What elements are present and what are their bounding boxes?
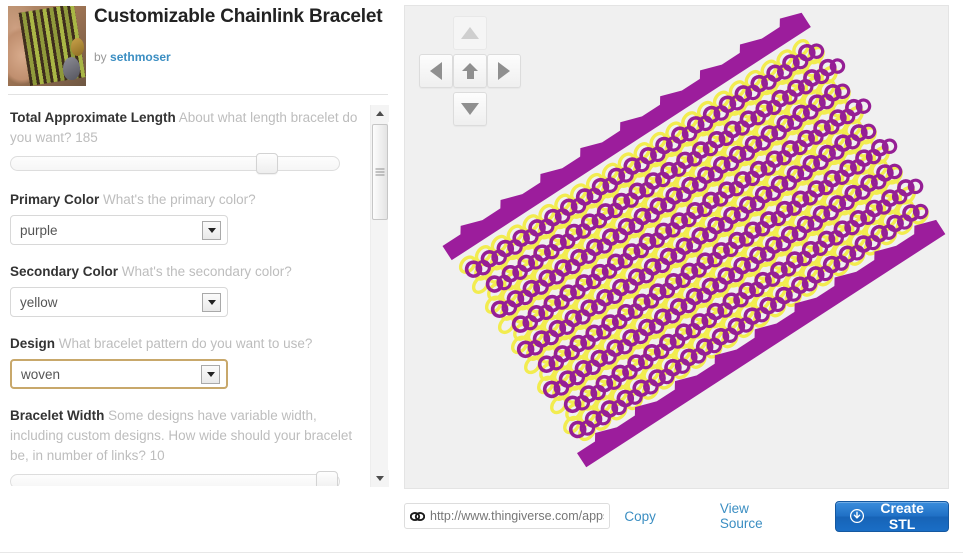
select-design[interactable]: woven <box>10 359 228 389</box>
model-viewer-panel[interactable] <box>404 5 949 489</box>
slider-track-total-approximate-length[interactable] <box>10 156 340 171</box>
triangle-down-glyph <box>207 299 216 305</box>
scroll-down-button[interactable] <box>371 470 389 487</box>
slider-track-bracelet-width[interactable] <box>10 474 340 486</box>
slider-bracelet-width[interactable] <box>10 471 340 486</box>
rotate-left-button[interactable] <box>419 54 453 88</box>
scrollbar-thumb[interactable] <box>372 124 388 220</box>
chevron-down-icon[interactable] <box>202 292 221 312</box>
form-scrollbar[interactable] <box>370 105 389 487</box>
field-label-bracelet-width: Bracelet Width Some designs have variabl… <box>10 406 358 466</box>
customizer-left-panel: Customizable Chainlink Bracelet by sethm… <box>0 0 395 560</box>
share-url-field[interactable]: http://www.thingiverse.com/apps <box>404 503 611 529</box>
create-stl-label: Create STL <box>880 500 924 532</box>
customizer-app: Customizable Chainlink Bracelet by sethm… <box>0 0 963 560</box>
field-label-design: Design What bracelet pattern do you want… <box>10 334 358 354</box>
field-description-primary-color: What's the primary color? <box>103 192 256 207</box>
field-title-total-approximate-length: Total Approximate Length <box>10 110 176 125</box>
triangle-down-icon <box>376 476 384 481</box>
field-label-total-approximate-length: Total Approximate Length About what leng… <box>10 108 358 148</box>
field-label-primary-color: Primary Color What's the primary color? <box>10 190 358 210</box>
field-control-secondary-color: yellow <box>10 287 358 317</box>
slider-handle-total-approximate-length[interactable] <box>256 153 279 174</box>
thumbnail-fingernail <box>63 57 80 80</box>
slider-handle-bracelet-width[interactable] <box>315 471 338 486</box>
field-label-secondary-color: Secondary Color What's the secondary col… <box>10 262 358 282</box>
select-secondary-color[interactable]: yellow <box>10 287 228 317</box>
home-arrow-icon <box>462 63 478 79</box>
action-bar: http://www.thingiverse.com/apps Copy Vie… <box>404 496 949 536</box>
byline-prefix: by <box>94 50 107 64</box>
chain-link-icon <box>410 511 425 522</box>
rotate-right-button[interactable] <box>487 54 521 88</box>
customizer-form: Total Approximate Length About what leng… <box>0 104 368 486</box>
field-control-total-approximate-length <box>10 153 358 174</box>
field-bracelet-width: Bracelet Width Some designs have variabl… <box>10 406 358 486</box>
thing-thumbnail[interactable] <box>8 6 86 86</box>
field-design: Design What bracelet pattern do you want… <box>10 334 358 389</box>
field-control-bracelet-width <box>10 471 358 486</box>
triangle-up-icon <box>461 27 479 39</box>
select-value-design: woven <box>21 366 61 382</box>
header-divider <box>8 94 388 95</box>
field-secondary-color: Secondary Color What's the secondary col… <box>10 262 358 317</box>
field-control-design: woven <box>10 359 358 389</box>
view-source-button[interactable]: View Source <box>720 501 787 531</box>
triangle-up-icon <box>376 111 384 116</box>
thing-byline: by sethmoser <box>94 50 171 64</box>
grip-icon <box>375 168 385 176</box>
thumbnail-ring <box>71 38 84 56</box>
select-value-secondary-color: yellow <box>20 294 58 310</box>
select-primary-color[interactable]: purple <box>10 215 228 245</box>
triangle-down-glyph <box>206 371 215 377</box>
slider-total-approximate-length[interactable] <box>10 153 340 174</box>
field-primary-color: Primary Color What's the primary color? p… <box>10 190 358 245</box>
page-title: Customizable Chainlink Bracelet <box>94 6 383 27</box>
field-title-primary-color: Primary Color <box>10 192 100 207</box>
triangle-down-icon <box>461 103 479 115</box>
page-footer-divider <box>0 552 963 553</box>
thing-header: Customizable Chainlink Bracelet by sethm… <box>0 0 395 96</box>
field-title-design: Design <box>10 336 56 351</box>
field-description-design: What bracelet pattern do you want to use… <box>58 336 313 351</box>
rotate-up-button[interactable] <box>453 16 487 50</box>
reset-view-button[interactable] <box>453 54 487 88</box>
chevron-down-icon[interactable] <box>201 364 220 384</box>
field-title-bracelet-width: Bracelet Width <box>10 408 105 423</box>
triangle-down-glyph <box>207 227 216 233</box>
chevron-down-icon[interactable] <box>202 220 221 240</box>
field-control-primary-color: purple <box>10 215 358 245</box>
field-description-secondary-color: What's the secondary color? <box>121 264 292 279</box>
scroll-up-button[interactable] <box>371 105 389 122</box>
copy-button[interactable]: Copy <box>624 509 656 524</box>
triangle-left-icon <box>430 62 442 80</box>
rotate-down-button[interactable] <box>453 92 487 126</box>
field-total-approximate-length: Total Approximate Length About what leng… <box>10 108 358 174</box>
triangle-right-icon <box>498 62 510 80</box>
select-value-primary-color: purple <box>20 222 58 238</box>
create-stl-button[interactable]: Create STL <box>835 500 949 532</box>
download-circle-icon <box>850 509 865 523</box>
share-url-value: http://www.thingiverse.com/apps <box>430 509 605 523</box>
viewer-navigation-pad <box>415 12 525 126</box>
field-title-secondary-color: Secondary Color <box>10 264 119 279</box>
author-link[interactable]: sethmoser <box>110 50 171 64</box>
